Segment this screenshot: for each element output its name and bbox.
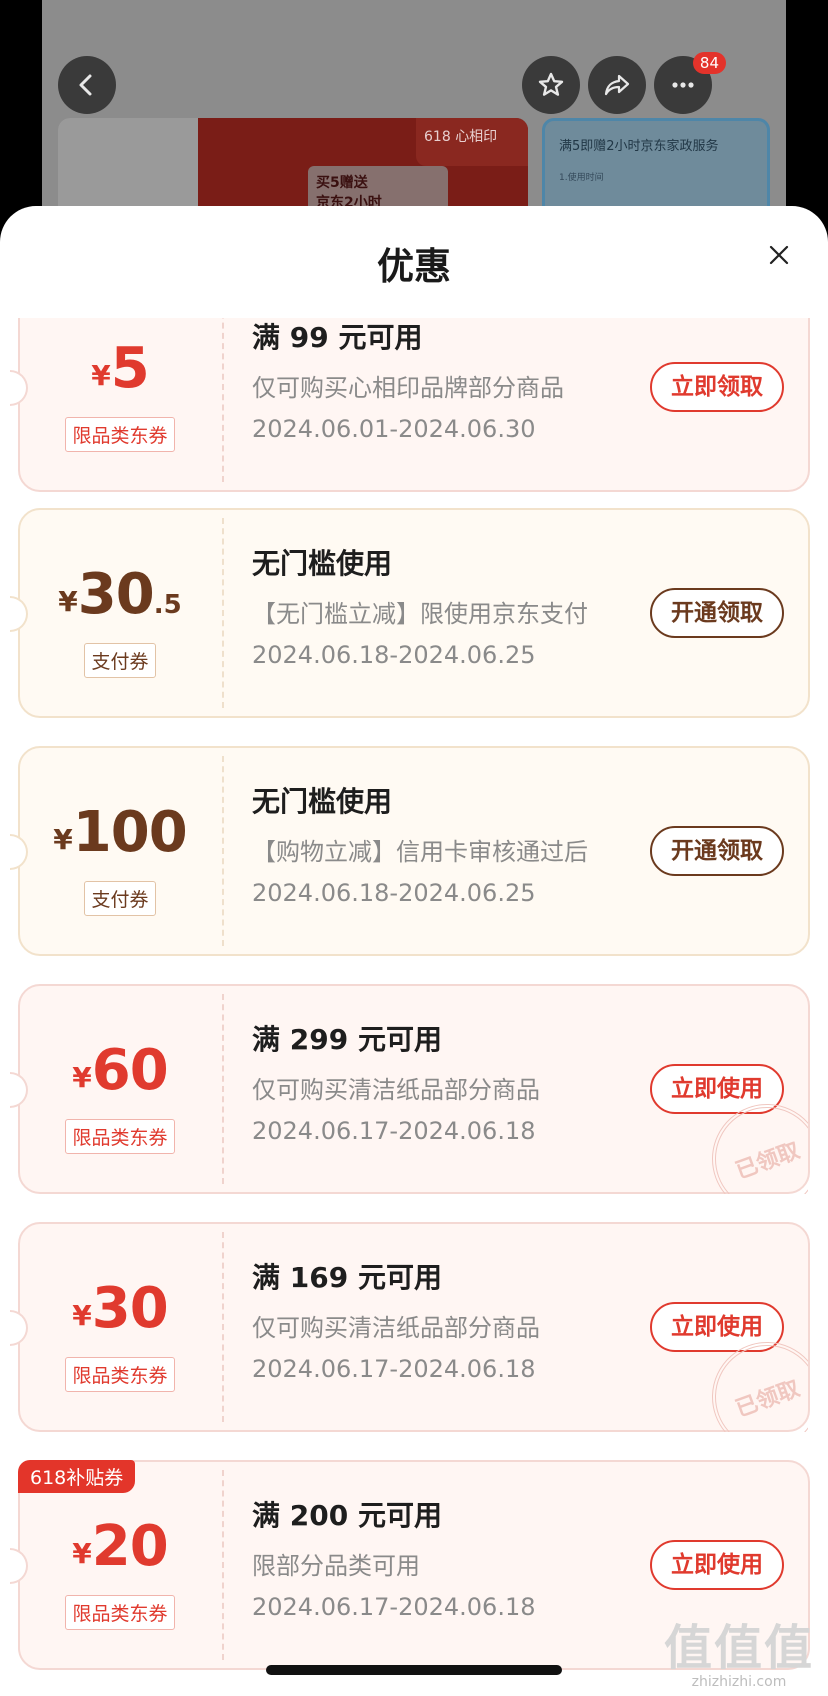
favorite-button[interactable] [522, 56, 580, 114]
back-button[interactable] [58, 56, 116, 114]
coupon-title: 满 169 元可用 [252, 1261, 442, 1294]
brand-box: 618 心相印 [416, 118, 528, 166]
promo-line-1: 买5赠送 [316, 175, 368, 191]
watermark: 值值值 zhizhizhi.com [664, 1608, 814, 1690]
coupon-type-label: 限品类东券 [65, 417, 175, 452]
coupon-type: 限品类东券 [20, 1357, 220, 1392]
subsidy-tag: 618补贴券 [18, 1460, 136, 1493]
banner-right-sub: 1.使用时间 [559, 173, 604, 183]
close-button[interactable] [766, 242, 792, 268]
coupon-date: 2024.06.18-2024.06.25 [252, 879, 536, 907]
coupon-list[interactable]: ¥5 限品类东券 满 99 元可用 仅可购买心相印品牌部分商品 2024.06.… [0, 318, 828, 1696]
watermark-logo: 值值值 [663, 1620, 814, 1676]
amount-value: 100 [72, 800, 188, 865]
share-button[interactable] [588, 56, 646, 114]
coupon-info: 满 169 元可用 仅可购买清洁纸品部分商品 2024.06.17-2024.0… [252, 1256, 622, 1383]
coupon-card: ¥30.5 支付券 无门槛使用 【无门槛立减】限使用京东支付 2024.06.1… [10, 508, 810, 718]
amount-value: 20 [91, 1514, 169, 1579]
coupon-amount: ¥20 [20, 1514, 220, 1579]
coupon-date: 2024.06.17-2024.06.18 [252, 1593, 536, 1621]
coupon-type: 支付券 [20, 881, 220, 916]
card-divider [222, 518, 224, 708]
coupon-date: 2024.06.18-2024.06.25 [252, 641, 536, 669]
currency-symbol: ¥ [53, 823, 73, 856]
use-now-button[interactable]: 立即使用 [650, 1540, 784, 1590]
coupon-amount: ¥100 [20, 800, 220, 865]
coupon-title: 无门槛使用 [252, 547, 393, 580]
coupon-amount: ¥60 [20, 1038, 220, 1103]
claimed-stamp: 已领取 [698, 1332, 808, 1432]
coupon-desc: 仅可购买清洁纸品部分商品 [252, 1076, 540, 1104]
currency-symbol: ¥ [72, 1537, 92, 1570]
amount-value: 30 [77, 562, 155, 627]
coupon-info: 满 299 元可用 仅可购买清洁纸品部分商品 2024.06.17-2024.0… [252, 1018, 622, 1145]
open-claim-button[interactable]: 开通领取 [650, 588, 784, 638]
coupon-card: ¥100 支付券 无门槛使用 【购物立减】信用卡审核通过后 2024.06.18… [10, 746, 810, 956]
currency-symbol: ¥ [91, 359, 111, 392]
coupon-info: 无门槛使用 【无门槛立减】限使用京东支付 2024.06.18-2024.06.… [252, 542, 622, 669]
claimed-stamp-text: 已领取 [698, 1094, 808, 1194]
coupon-type-label: 支付券 [84, 881, 156, 916]
coupon-type: 限品类东券 [20, 417, 220, 452]
coupon-card: ¥30 限品类东券 满 169 元可用 仅可购买清洁纸品部分商品 2024.06… [10, 1222, 810, 1432]
banner-right-title: 满5即赠2小时京东家政服务 [559, 139, 719, 154]
coupon-title: 满 99 元可用 [252, 321, 423, 354]
card-divider [222, 318, 224, 482]
star-icon [538, 72, 564, 96]
amount-value: 30 [91, 1276, 169, 1341]
coupon-sheet: 优惠 ¥5 限品类东券 满 99 元可用 仅可购买心相印品牌部分商品 2024.… [0, 206, 828, 1696]
share-icon [604, 74, 630, 96]
brand-618: 618 [424, 129, 451, 145]
card-divider [222, 1470, 224, 1660]
amount-value: 5 [110, 336, 150, 401]
card-divider [222, 994, 224, 1184]
coupon-type-label: 限品类东券 [65, 1119, 175, 1154]
sheet-title: 优惠 [377, 245, 451, 288]
card-divider [222, 756, 224, 946]
coupon-title: 无门槛使用 [252, 785, 393, 818]
coupon-info: 满 99 元可用 仅可购买心相印品牌部分商品 2024.06.01-2024.0… [252, 318, 622, 443]
currency-symbol: ¥ [58, 585, 78, 618]
coupon-type: 支付券 [20, 643, 220, 678]
coupon-desc: 【无门槛立减】限使用京东支付 [252, 600, 588, 628]
coupon-title: 满 299 元可用 [252, 1023, 442, 1056]
home-indicator[interactable] [266, 1665, 562, 1675]
open-claim-button[interactable]: 开通领取 [650, 826, 784, 876]
currency-symbol: ¥ [72, 1061, 92, 1094]
coupon-type-label: 限品类东券 [65, 1357, 175, 1392]
currency-symbol: ¥ [72, 1299, 92, 1332]
amount-value: 60 [91, 1038, 169, 1103]
close-icon [769, 245, 789, 265]
coupon-desc: 【购物立减】信用卡审核通过后 [252, 838, 588, 866]
coupon-date: 2024.06.17-2024.06.18 [252, 1355, 536, 1383]
coupon-card: ¥60 限品类东券 满 299 元可用 仅可购买清洁纸品部分商品 2024.06… [10, 984, 810, 1194]
coupon-date: 2024.06.17-2024.06.18 [252, 1117, 536, 1145]
coupon-type-label: 支付券 [84, 643, 156, 678]
coupon-info: 满 200 元可用 限部分品类可用 2024.06.17-2024.06.18 [252, 1494, 622, 1621]
coupon-amount: ¥30 [20, 1276, 220, 1341]
coupon-info: 无门槛使用 【购物立减】信用卡审核通过后 2024.06.18-2024.06.… [252, 780, 622, 907]
coupon-desc: 限部分品类可用 [252, 1552, 420, 1580]
coupon-desc: 仅可购买清洁纸品部分商品 [252, 1314, 540, 1342]
coupon-type: 限品类东券 [20, 1595, 220, 1630]
coupon-amount: ¥5 [20, 336, 220, 401]
amount-decimal: .5 [153, 590, 182, 620]
claimed-stamp-text: 已领取 [698, 1332, 808, 1432]
brand-name: 心相印 [455, 129, 498, 145]
coupon-type: 限品类东券 [20, 1119, 220, 1154]
claim-button[interactable]: 立即领取 [650, 362, 784, 412]
coupon-desc: 仅可购买心相印品牌部分商品 [252, 374, 564, 402]
coupon-card: ¥5 限品类东券 满 99 元可用 仅可购买心相印品牌部分商品 2024.06.… [10, 318, 810, 492]
card-divider [222, 1232, 224, 1422]
more-button[interactable]: 84 [654, 52, 726, 114]
more-badge: 84 [692, 52, 726, 74]
coupon-type-label: 限品类东券 [65, 1595, 175, 1630]
claimed-stamp: 已领取 [698, 1094, 808, 1194]
coupon-amount: ¥30.5 [20, 562, 220, 627]
coupon-title: 满 200 元可用 [252, 1499, 442, 1532]
more-dots-icon [672, 82, 694, 88]
coupon-date: 2024.06.01-2024.06.30 [252, 415, 536, 443]
back-arrow-icon [79, 74, 92, 96]
